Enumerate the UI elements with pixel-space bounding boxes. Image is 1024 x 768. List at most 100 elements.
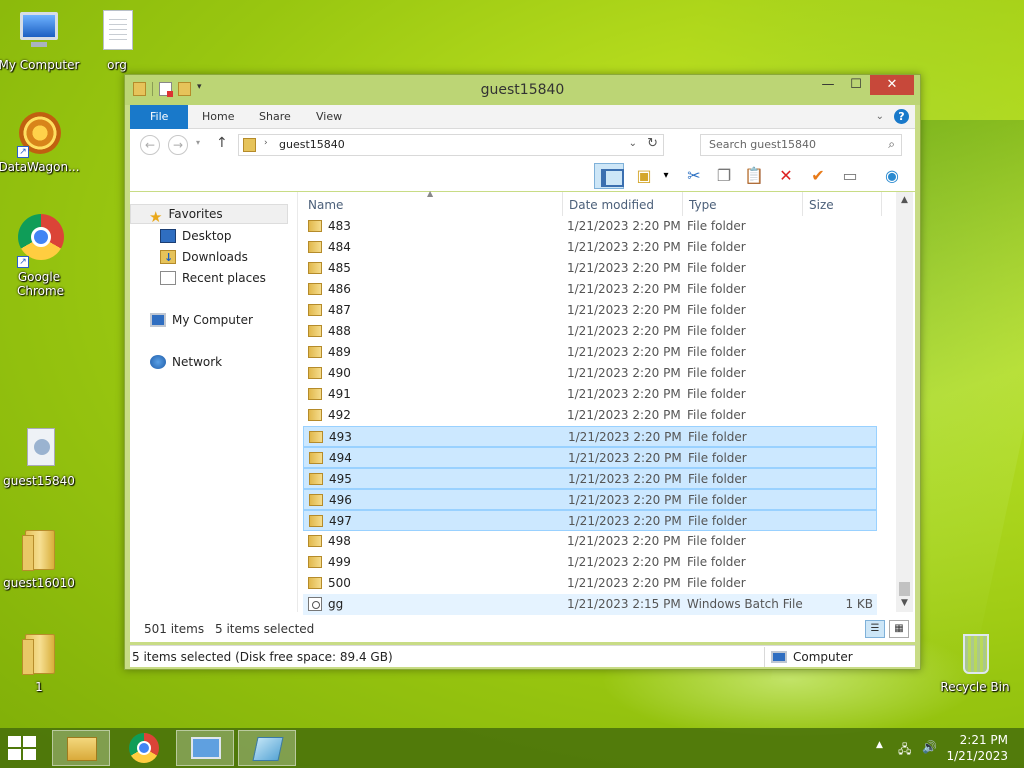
taskbar-file-explorer[interactable] — [52, 730, 110, 766]
address-path[interactable]: guest15840 — [279, 138, 345, 151]
tab-view[interactable]: View — [304, 105, 354, 129]
column-date-modified[interactable]: Date modified — [569, 198, 654, 212]
table-row[interactable]: 485 1/21/2023 2:20 PM File folder — [303, 258, 877, 279]
taskbar-app[interactable] — [238, 730, 296, 766]
table-row[interactable]: 494 1/21/2023 2:20 PM File folder — [303, 447, 877, 468]
nav-my-computer[interactable]: My Computer — [150, 310, 253, 330]
table-row[interactable]: 498 1/21/2023 2:20 PM File folder — [303, 531, 877, 552]
desktop-icon-my-computer[interactable]: My Computer — [0, 10, 81, 72]
table-row[interactable]: gg 1/21/2023 2:15 PM Windows Batch File 1 K… — [303, 594, 877, 615]
large-icons-view-icon[interactable]: ▦ — [889, 620, 909, 638]
file-date-modified: 1/21/2023 2:20 PM — [567, 408, 681, 422]
table-row[interactable]: 496 1/21/2023 2:20 PM File folder — [303, 489, 877, 510]
view-options-icon[interactable]: ▣ — [632, 164, 656, 188]
clock[interactable]: 2:21 PM 1/21/2023 — [946, 732, 1008, 764]
minimize-button[interactable]: — — [814, 75, 842, 95]
maximize-button[interactable]: ☐ — [842, 75, 870, 95]
table-row[interactable]: 495 1/21/2023 2:20 PM File folder — [303, 468, 877, 489]
preview-pane-button[interactable] — [594, 163, 624, 189]
checkmark-icon[interactable]: ✔ — [806, 164, 830, 188]
view-dropdown-icon[interactable]: ▾ — [654, 164, 678, 188]
computer-icon — [771, 651, 787, 663]
volume-icon[interactable]: 🔊 — [922, 740, 937, 754]
refresh-icon[interactable]: ↻ — [647, 136, 658, 151]
forward-button[interactable]: → — [168, 135, 188, 155]
rename-icon[interactable]: ▭ — [838, 164, 862, 188]
desktop-icon-org[interactable]: org — [75, 10, 159, 72]
nav-downloads[interactable]: Downloads — [160, 247, 248, 268]
title-bar[interactable]: ▾ guest15840 — ☐ ✕ — [125, 75, 920, 105]
taskbar-remote-desktop[interactable] — [176, 730, 234, 766]
file-type: File folder — [687, 303, 746, 317]
globe-icon[interactable]: ◉ — [880, 164, 904, 188]
file-type: File folder — [687, 366, 746, 380]
tab-share[interactable]: Share — [247, 105, 303, 129]
desktop-icon-1[interactable]: 1 — [0, 632, 81, 694]
show-hidden-icons-icon[interactable]: ▲ — [876, 740, 883, 750]
table-row[interactable]: 493 1/21/2023 2:20 PM File folder — [303, 426, 877, 447]
column-name[interactable]: Name — [308, 198, 343, 212]
table-row[interactable]: 487 1/21/2023 2:20 PM File folder — [303, 300, 877, 321]
desktop-icon-guest16010[interactable]: guest16010 — [0, 528, 81, 590]
table-row[interactable]: 492 1/21/2023 2:20 PM File folder — [303, 405, 877, 426]
address-bar[interactable]: › guest15840 ⌄ ↻ — [238, 134, 664, 156]
nav-favorites[interactable]: ★ Favorites — [130, 204, 288, 226]
desktop-icon-google-chrome[interactable]: ↗ Google Chrome — [0, 214, 81, 298]
start-button[interactable] — [8, 736, 38, 760]
taskbar-chrome[interactable] — [116, 730, 174, 766]
table-row[interactable]: 489 1/21/2023 2:20 PM File folder — [303, 342, 877, 363]
back-button[interactable]: ← — [140, 135, 160, 155]
table-row[interactable]: 483 1/21/2023 2:20 PM File folder — [303, 216, 877, 237]
up-button[interactable]: ↑ — [216, 135, 228, 151]
scissors-icon[interactable]: ✂ — [682, 164, 706, 188]
table-row[interactable]: 486 1/21/2023 2:20 PM File folder — [303, 279, 877, 300]
folder-icon — [308, 220, 322, 232]
status-zone-label: Computer — [793, 650, 853, 664]
table-row[interactable]: 499 1/21/2023 2:20 PM File folder — [303, 552, 877, 573]
tab-home[interactable]: Home — [190, 105, 246, 129]
address-dropdown-icon[interactable]: ⌄ — [629, 138, 637, 149]
column-size[interactable]: Size — [809, 198, 834, 212]
table-row[interactable]: 484 1/21/2023 2:20 PM File folder — [303, 237, 877, 258]
nav-network[interactable]: Network — [150, 352, 222, 372]
explorer-window[interactable]: ▾ guest15840 — ☐ ✕ File Home Share View … — [124, 74, 921, 670]
vertical-scrollbar[interactable]: ▲ ▼ — [896, 192, 913, 612]
file-name: gg — [328, 597, 344, 611]
column-type[interactable]: Type — [689, 198, 717, 212]
folder-icon — [309, 494, 323, 506]
table-row[interactable]: 500 1/21/2023 2:20 PM File folder — [303, 573, 877, 594]
folder-icon — [308, 262, 322, 274]
scroll-thumb[interactable] — [899, 582, 910, 596]
table-row[interactable]: 490 1/21/2023 2:20 PM File folder — [303, 363, 877, 384]
network-tray-icon[interactable]: 🖧 — [898, 740, 911, 761]
breadcrumb-arrow-icon[interactable]: › — [264, 138, 268, 148]
clipboard-icon[interactable]: 📋 — [742, 164, 766, 188]
close-button[interactable]: ✕ — [870, 75, 914, 95]
folder-icon — [243, 138, 256, 152]
file-name: 484 — [328, 240, 351, 254]
table-row[interactable]: 491 1/21/2023 2:20 PM File folder — [303, 384, 877, 405]
table-row[interactable]: 497 1/21/2023 2:20 PM File folder — [303, 510, 877, 531]
desktop-icon-recycle-bin[interactable]: Recycle Bin — [933, 632, 1017, 694]
nav-desktop[interactable]: Desktop — [160, 226, 232, 246]
folder-icon — [309, 431, 323, 443]
expand-ribbon-icon[interactable]: ⌄ — [876, 111, 884, 122]
tab-file[interactable]: File — [130, 105, 189, 129]
details-view-icon[interactable]: ☰ — [865, 620, 885, 638]
scroll-up-icon[interactable]: ▲ — [896, 192, 913, 209]
desktop-icon-guest15840[interactable]: guest15840 — [0, 426, 81, 488]
nav-recent-places[interactable]: Recent places — [160, 268, 266, 288]
scroll-down-icon[interactable]: ▼ — [896, 595, 913, 612]
help-icon[interactable]: ? — [894, 109, 909, 124]
file-name: 499 — [328, 555, 351, 569]
folder-icon — [308, 367, 322, 379]
file-type: File folder — [687, 219, 746, 233]
item-status: 501 items 5 items selected ☰ ▦ — [130, 618, 915, 642]
copy-icon[interactable]: ❐ — [712, 164, 736, 188]
desktop-icon-datawagon[interactable]: ↗ DataWagon... — [0, 112, 81, 174]
table-row[interactable]: 488 1/21/2023 2:20 PM File folder — [303, 321, 877, 342]
red-x-icon[interactable]: ✕ — [774, 164, 798, 188]
search-icon[interactable]: ⌕ — [888, 137, 895, 152]
search-box[interactable]: Search guest15840 ⌕ — [700, 134, 902, 156]
recent-locations-dropdown[interactable]: ▾ — [196, 138, 200, 147]
